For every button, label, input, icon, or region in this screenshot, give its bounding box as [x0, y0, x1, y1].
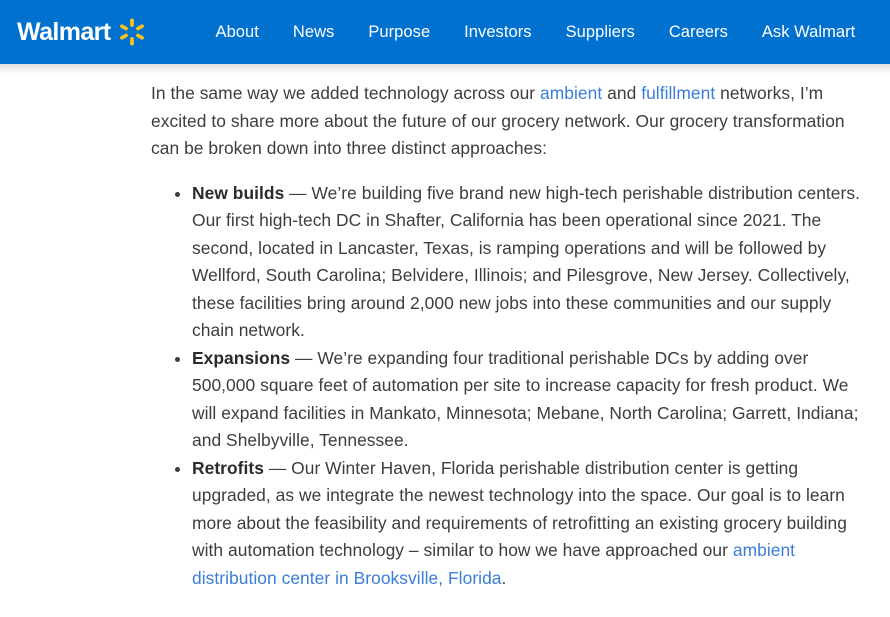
approaches-list: New builds — We’re building five brand n… [151, 180, 862, 593]
term-new-builds: New builds [192, 182, 285, 203]
nav-item-purpose[interactable]: Purpose [368, 18, 430, 47]
site-header: Walmart About News Purpose Investors Sup… [0, 0, 890, 74]
list-item-expansions: Expansions — We’re expanding four tradit… [151, 345, 862, 455]
nav-item-news[interactable]: News [293, 18, 334, 47]
article-body: In the same way we added technology acro… [0, 64, 890, 592]
link-ambient[interactable]: ambient [540, 83, 602, 103]
nav-item-about[interactable]: About [216, 18, 259, 47]
walmart-wordmark: Walmart [17, 17, 111, 46]
description-expansions: — We’re expanding four traditional peris… [192, 347, 859, 451]
nav-item-investors[interactable]: Investors [464, 18, 531, 47]
intro-paragraph: In the same way we added technology acro… [151, 80, 862, 163]
list-item-retrofits: Retrofits — Our Winter Haven, Florida pe… [151, 455, 862, 593]
walmart-spark-icon [118, 18, 146, 46]
link-fulfillment[interactable]: fulfillment [641, 83, 715, 103]
primary-navigation: About News Purpose Investors Suppliers C… [216, 18, 856, 47]
description-new-builds: — We’re building five brand new high-tec… [192, 182, 860, 341]
term-retrofits: Retrofits [192, 457, 264, 478]
nav-item-suppliers[interactable]: Suppliers [566, 18, 635, 47]
intro-text-part-1: In the same way we added technology acro… [151, 83, 541, 103]
intro-text-part-2: and [602, 83, 642, 103]
walmart-logo-home-link[interactable]: Walmart [17, 18, 146, 46]
description-retrofits-after-link: . [501, 567, 507, 588]
nav-item-careers[interactable]: Careers [669, 18, 728, 47]
list-item-new-builds: New builds — We’re building five brand n… [151, 180, 862, 345]
nav-item-ask-walmart[interactable]: Ask Walmart [762, 18, 855, 47]
term-expansions: Expansions [192, 347, 291, 368]
